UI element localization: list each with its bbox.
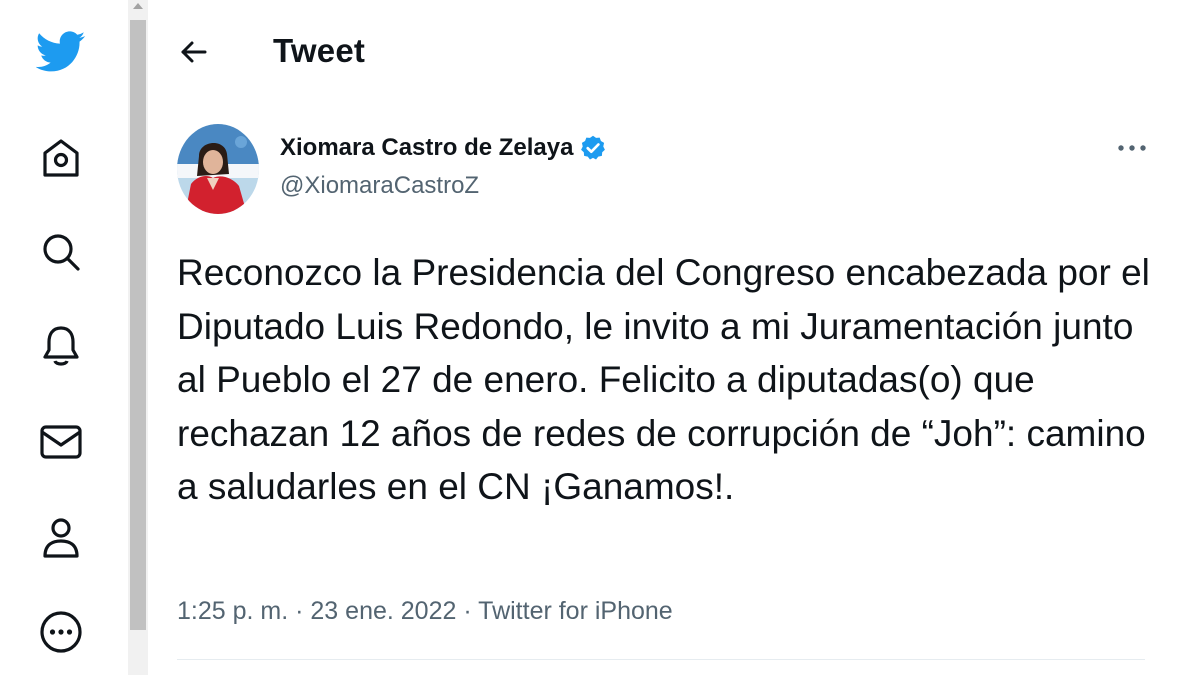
author-name-text: Xiomara Castro de Zelaya [280,134,574,161]
mail-icon[interactable] [31,412,91,472]
author-name[interactable]: Xiomara Castro de Zelaya [280,134,607,162]
more-circle-icon[interactable] [31,602,91,662]
side-nav [0,0,128,675]
scroll-thumb[interactable] [130,20,146,630]
profile-icon[interactable] [31,508,91,568]
bell-icon[interactable] [31,316,91,376]
back-button[interactable] [172,30,216,74]
tweet-metadata: 1:25 p. m. · 23 ene. 2022 · Twitter for … [177,597,673,626]
tweet-source[interactable]: Twitter for iPhone [478,597,673,625]
meta-separator: · [295,597,304,625]
home-icon[interactable] [31,128,91,188]
main-column: Tweet Xiomara Castro de Zelaya @XiomaraC… [148,0,1200,675]
tweet-text: Reconozco la Presidencia del Congreso en… [177,252,1150,507]
scroll-up-arrow-icon[interactable] [133,3,143,9]
scrollbar[interactable] [128,0,148,675]
back-arrow-icon [181,41,207,63]
divider [177,659,1145,660]
more-options-button[interactable] [1110,130,1154,166]
author-handle[interactable]: @XiomaraCastroZ [280,172,479,200]
tweet-time[interactable]: 1:25 p. m. [177,597,288,625]
search-icon[interactable] [31,222,91,282]
meta-separator: · [463,597,472,625]
page-title: Tweet [273,32,366,69]
ellipsis-icon [1118,145,1146,151]
avatar[interactable] [177,124,259,214]
twitter-logo-icon[interactable] [31,22,91,82]
verified-badge-icon [581,135,606,160]
tweet-date[interactable]: 23 ene. 2022 [310,597,456,625]
